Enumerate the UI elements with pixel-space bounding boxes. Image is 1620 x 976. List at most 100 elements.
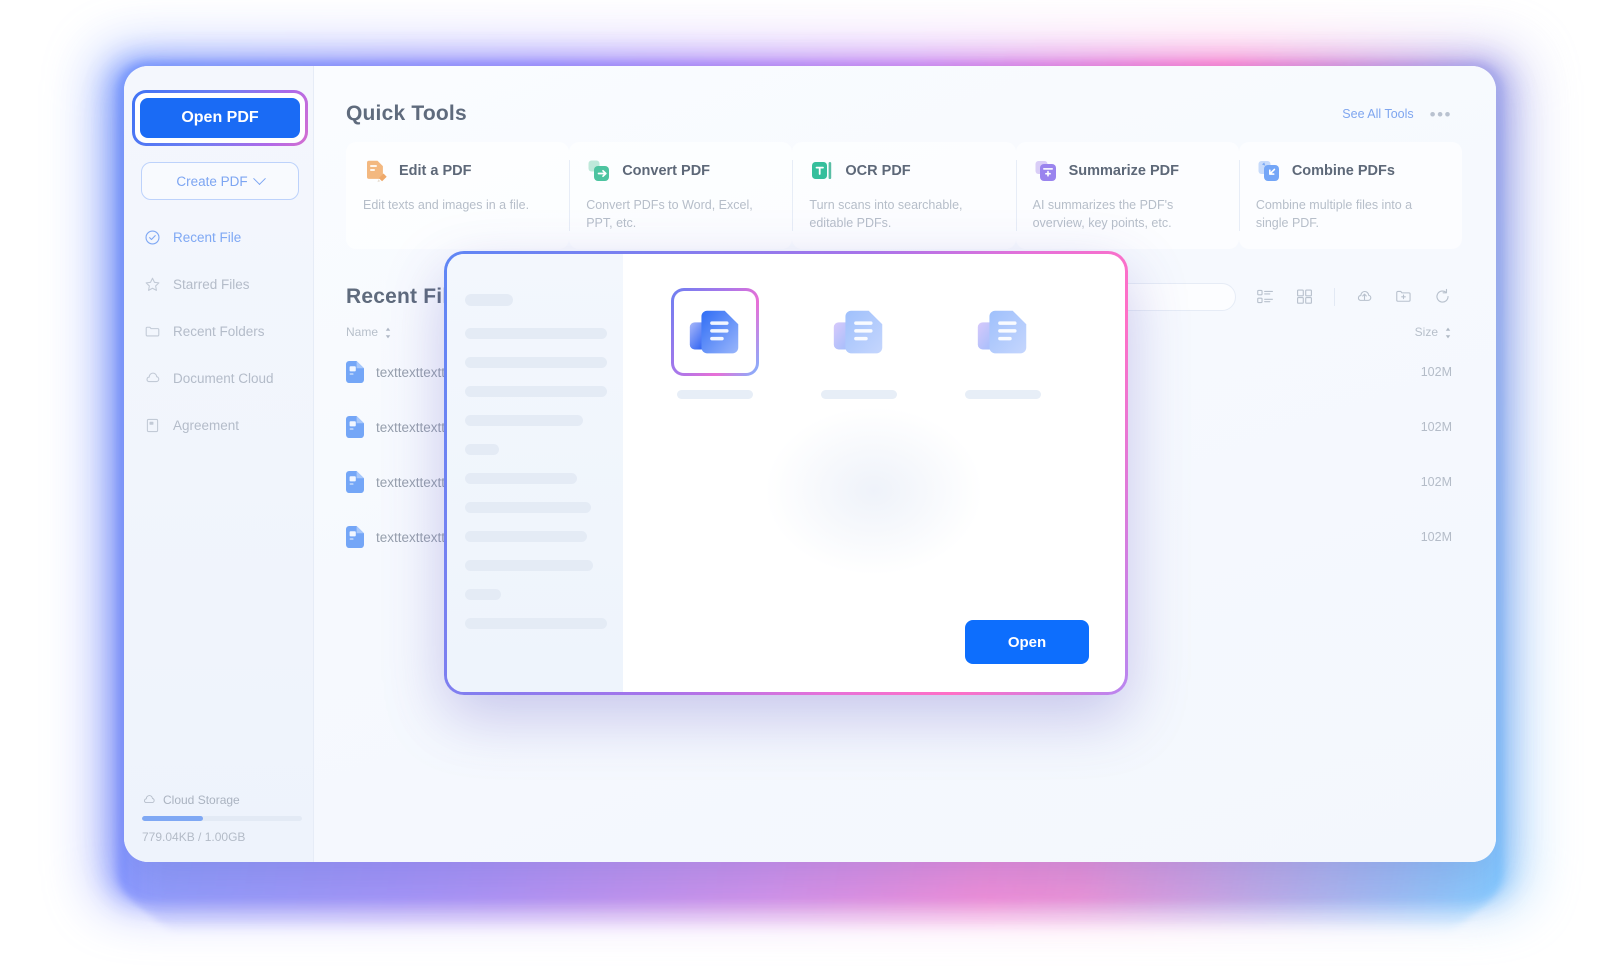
skeleton-line: [465, 415, 583, 426]
skeleton-line: [465, 531, 587, 542]
sidebar-item-starred-files[interactable]: Starred Files: [124, 261, 313, 308]
pdf-doc-thumb-icon: [689, 310, 739, 354]
open-file-dialog: Open: [444, 251, 1128, 695]
quick-tools-header: Quick Tools See All Tools •••: [314, 66, 1496, 126]
tool-card-convert-pdf[interactable]: Convert PDF Convert PDFs to Word, Excel,…: [569, 142, 793, 249]
tool-title: Edit a PDF: [399, 163, 472, 179]
tool-title: Combine PDFs: [1291, 163, 1395, 179]
dialog-body: Open: [447, 254, 1125, 692]
cloud-upload-icon[interactable]: [1355, 287, 1374, 306]
create-pdf-button[interactable]: Create PDF: [141, 162, 299, 200]
tool-card-combine-pdfs[interactable]: Combine PDFs Combine multiple files into…: [1238, 142, 1463, 249]
tool-description: Edit texts and images in a file.: [363, 198, 530, 212]
grid-view-icon[interactable]: [1295, 287, 1314, 306]
convert-pdf-icon: [588, 160, 610, 181]
file-thumbnail-2[interactable]: [815, 288, 903, 399]
file-thumbnail-1[interactable]: [671, 288, 759, 399]
skeleton-line: [465, 560, 593, 571]
sidebar-item-label: Starred Files: [173, 277, 250, 292]
tool-description: Convert PDFs to Word, Excel, PPT, etc.: [586, 198, 753, 230]
sidebar-item-recent-folders[interactable]: Recent Folders: [124, 308, 313, 355]
skeleton-line: [465, 502, 591, 513]
summarize-pdf-icon: [1035, 161, 1056, 181]
pdf-file-icon: [346, 416, 364, 438]
cloud-storage-label: Cloud Storage: [163, 793, 240, 807]
skeleton-line: [465, 328, 607, 339]
storage-progress-track: [142, 816, 302, 821]
app-window: Open PDF Create PDF Recent File Starred …: [124, 66, 1496, 862]
open-pdf-button[interactable]: Open PDF: [140, 98, 300, 138]
skeleton-line: [465, 589, 501, 600]
column-header-name[interactable]: Name: [346, 325, 378, 339]
tool-card-ocr-pdf[interactable]: OCR PDF Turn scans into searchable, edit…: [792, 142, 1016, 249]
sort-arrows-icon[interactable]: [384, 327, 392, 339]
storage-usage-text: 779.04KB / 1.00GB: [142, 830, 246, 844]
clock-check-icon: [145, 230, 160, 245]
thumbnail-row: [671, 288, 1089, 399]
sidebar-item-recent-file[interactable]: Recent File: [124, 214, 313, 261]
cloud-storage-widget: Cloud Storage 779.04KB / 1.00GB: [142, 793, 302, 844]
tool-card-edit-a-pdf[interactable]: Edit a PDF Edit texts and images in a fi…: [346, 142, 570, 249]
ocr-pdf-icon: [812, 162, 832, 179]
star-icon: [145, 277, 160, 291]
cloud-icon: [146, 372, 160, 383]
combine-pdfs-icon: [1258, 161, 1279, 181]
tool-card-summarize-pdf[interactable]: Summarize PDF AI summarizes the PDF's ov…: [1015, 142, 1239, 249]
document-icon: [146, 418, 159, 433]
file-size: 102M: [1420, 365, 1452, 379]
quick-tools-row: Edit a PDF Edit texts and images in a fi…: [314, 126, 1496, 249]
tool-title: Summarize PDF: [1068, 163, 1180, 179]
open-pdf-highlight: Open PDF: [132, 90, 308, 146]
skeleton-line: [465, 473, 577, 484]
skeleton-line: [465, 618, 607, 629]
edit-pdf-icon: [367, 160, 387, 183]
sidebar: Open PDF Create PDF Recent File Starred …: [124, 66, 314, 862]
skeleton-line: [465, 357, 607, 368]
file-size: 102M: [1420, 530, 1452, 544]
sidebar-item-label: Recent Folders: [173, 324, 265, 339]
more-options-icon[interactable]: •••: [1430, 106, 1452, 123]
list-view-icon[interactable]: [1256, 287, 1275, 306]
refresh-icon[interactable]: [1433, 287, 1452, 306]
skeleton-line: [465, 294, 513, 306]
sort-arrows-icon[interactable]: [1444, 327, 1452, 339]
tool-title: OCR PDF: [845, 163, 911, 179]
screenshot-stage: Open PDF Create PDF Recent File Starred …: [0, 0, 1620, 976]
pdf-file-icon: [346, 526, 364, 548]
sidebar-item-label: Recent File: [173, 230, 242, 245]
tool-description: AI summarizes the PDF's overview, key po…: [1032, 198, 1174, 230]
dialog-file-browser: Open: [623, 254, 1125, 692]
sidebar-item-agreement[interactable]: Agreement: [124, 402, 313, 449]
file-size: 102M: [1420, 420, 1452, 434]
chevron-down-icon: [252, 171, 266, 185]
storage-progress-fill: [142, 816, 203, 821]
sidebar-item-label: Agreement: [173, 418, 240, 433]
thumbnail-name-placeholder: [677, 390, 753, 399]
skeleton-line: [465, 444, 499, 455]
sidebar-item-document-cloud[interactable]: Document Cloud: [124, 355, 313, 402]
sidebar-item-label: Document Cloud: [173, 371, 274, 386]
pdf-doc-thumb-icon: [833, 310, 883, 354]
pdf-file-icon: [346, 361, 364, 383]
new-folder-icon[interactable]: [1394, 287, 1413, 306]
pdf-file-icon: [346, 471, 364, 493]
file-size: 102M: [1420, 475, 1452, 489]
tool-description: Combine multiple files into a single PDF…: [1255, 198, 1413, 230]
tool-title: Convert PDF: [622, 163, 711, 179]
skeleton-line: [465, 386, 607, 397]
pdf-doc-thumb-icon: [977, 310, 1027, 354]
open-pdf-focus-ring: Open PDF: [132, 90, 308, 146]
folder-icon: [145, 326, 160, 337]
cloud-icon: [144, 795, 155, 803]
thumbnail-name-placeholder: [821, 390, 897, 399]
sidebar-nav: Recent File Starred Files Recent Folders: [124, 214, 313, 449]
toolbar-divider: [1334, 287, 1335, 306]
tool-description: Turn scans into searchable, editable PDF…: [809, 198, 963, 230]
file-thumbnail-3[interactable]: [959, 288, 1047, 399]
dialog-sidebar: [447, 254, 623, 692]
see-all-tools-link[interactable]: See All Tools: [1342, 107, 1413, 121]
quick-tools-title: Quick Tools: [346, 102, 467, 125]
dialog-open-button[interactable]: Open: [965, 620, 1089, 664]
create-pdf-label: Create PDF: [176, 173, 248, 189]
column-header-size[interactable]: Size: [1415, 325, 1438, 339]
